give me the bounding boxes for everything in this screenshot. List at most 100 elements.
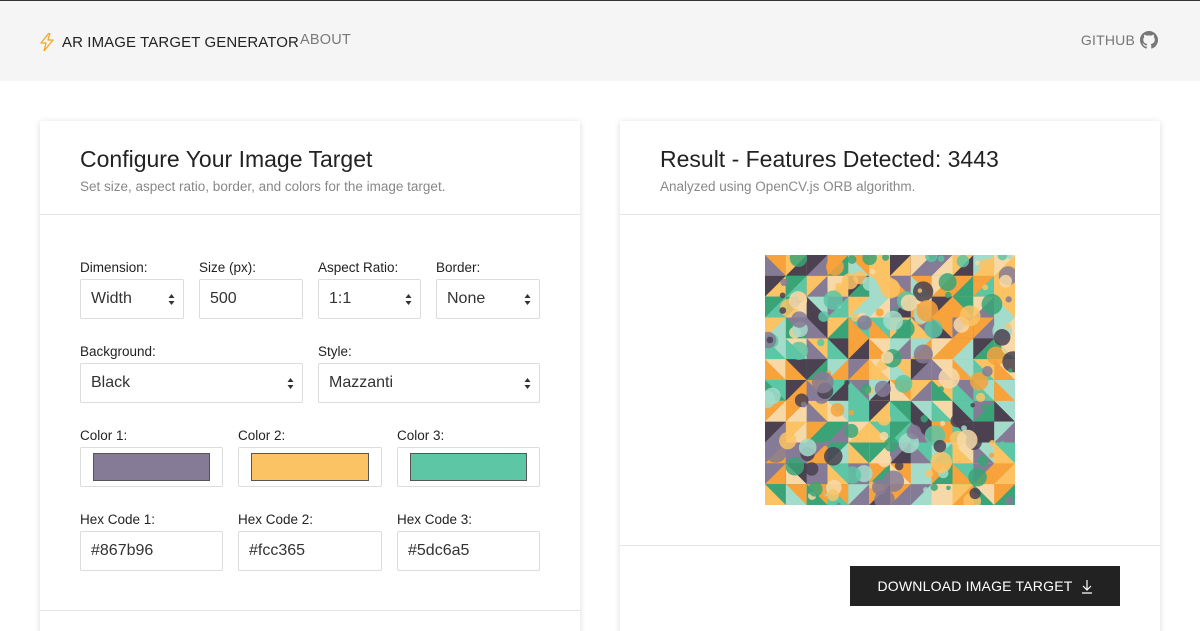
pattern-circle [894,461,904,471]
hex-code-2-input[interactable]: #fcc365 [238,531,382,571]
pattern-circle [880,278,901,299]
configure-header: Configure Your Image Target Set size, as… [40,121,580,215]
result-title: Result - Features Detected: 3443 [660,146,999,172]
select-arrows-icon [168,294,175,305]
pattern-circle [811,371,834,394]
pattern-circle [937,255,945,262]
pattern-circle [975,260,980,266]
pattern-circle [848,409,855,416]
pattern-circle [988,452,995,458]
pattern-circle [823,290,843,310]
pattern-circle [826,257,844,276]
pattern-circle [999,274,1012,288]
configure-title: Configure Your Image Target [80,146,373,172]
pattern-circle [968,467,987,487]
pattern-circle [841,273,859,290]
hex-code-2-label: Hex Code 2: [238,512,314,527]
brand-link[interactable]: AR IMAGE TARGET GENERATOR [40,31,299,53]
pattern-circle [789,341,809,360]
pattern-circle [1002,474,1012,483]
configure-subtitle: Set size, aspect ratio, border, and colo… [80,179,446,194]
pattern-circle [843,466,862,484]
pattern-circle [844,423,859,438]
pattern-circle [940,420,946,427]
download-label: DOWNLOAD IMAGE TARGET [877,578,1073,594]
pattern-circle [977,455,989,467]
pattern-circle [981,403,989,411]
pattern-circle [798,438,817,457]
github-icon [1140,31,1158,49]
pattern-circle [930,451,953,474]
pattern-circle [930,483,938,492]
color-3-picker[interactable] [397,447,540,487]
hex-code-3-input[interactable]: #5dc6a5 [397,531,540,571]
pattern-circle [981,293,1003,315]
pattern-circle [989,440,996,447]
dimension-select[interactable]: Width [80,279,184,319]
hex-code-1-input[interactable]: #867b96 [80,531,223,571]
color-1-picker[interactable] [80,447,223,487]
size-value: 500 [210,290,237,307]
pattern-circle [924,319,943,339]
github-label: GITHUB [1080,32,1135,48]
result-panel: Result - Features Detected: 3443 Analyze… [620,121,1160,631]
aspect-ratio-label: Aspect Ratio: [318,260,399,275]
border-label: Border: [436,260,481,275]
pattern-circle [1004,496,1014,505]
select-arrows-icon [287,378,294,389]
style-label: Style: [318,344,352,359]
background-label: Background: [80,344,156,359]
configure-panel: Configure Your Image Target Set size, as… [40,121,580,631]
pattern-circle [869,268,876,275]
dimension-label: Dimension: [80,260,148,275]
size-input[interactable]: 500 [199,279,303,319]
pattern-circle [785,457,805,476]
nav-about-link[interactable]: ABOUT [300,32,351,48]
nav-github-link[interactable]: GITHUB [1081,31,1158,49]
background-select[interactable]: Black [80,363,303,403]
pattern-circle [800,401,807,408]
pattern-circle [959,305,981,327]
download-image-target-button[interactable]: DOWNLOAD IMAGE TARGET [850,566,1120,606]
style-select[interactable]: Mazzanti [318,363,540,403]
color-1-label: Color 1: [80,428,128,443]
divider [40,610,580,611]
pattern-circle [923,486,929,493]
pattern-circle [925,469,934,478]
pattern-circle [1008,368,1013,373]
pattern-circle [970,402,975,408]
pattern-circle [938,386,945,392]
aspect-ratio-value: 1:1 [329,290,352,307]
pattern-circle [779,292,786,299]
hex-code-1-label: Hex Code 1: [80,512,156,527]
pattern-circle [874,380,891,397]
pattern-circle [875,308,884,317]
pattern-circle [1005,296,1012,303]
navbar: AR IMAGE TARGET GENERATOR ABOUT GITHUB [0,1,1200,81]
pattern-circle [906,424,922,440]
pattern-circle [945,291,952,299]
pattern-circle [900,294,918,312]
pattern-circle [916,299,939,322]
border-select[interactable]: None [436,279,540,319]
pattern-circle [779,307,787,314]
background-value: Black [91,374,131,391]
pattern-circle [879,431,889,441]
pattern-circle [791,311,808,328]
pattern-circle [844,379,850,386]
brand-title: AR IMAGE TARGET GENERATOR [62,33,299,51]
aspect-ratio-select[interactable]: 1:1 [318,279,421,319]
pattern-circle [823,447,843,466]
pattern-circle [862,276,877,291]
lightning-bolt-icon [40,33,54,51]
color-2-label: Color 2: [238,428,286,443]
select-arrows-icon [524,294,531,305]
color-2-swatch [251,453,369,481]
color-2-picker[interactable] [238,447,382,487]
result-subtitle: Analyzed using OpenCV.js ORB algorithm. [660,179,916,194]
pattern-circle [779,431,797,450]
pattern-circle [807,481,823,497]
color-3-label: Color 3: [397,428,445,443]
dimension-value: Width [91,290,132,307]
pattern-circle [938,367,960,389]
